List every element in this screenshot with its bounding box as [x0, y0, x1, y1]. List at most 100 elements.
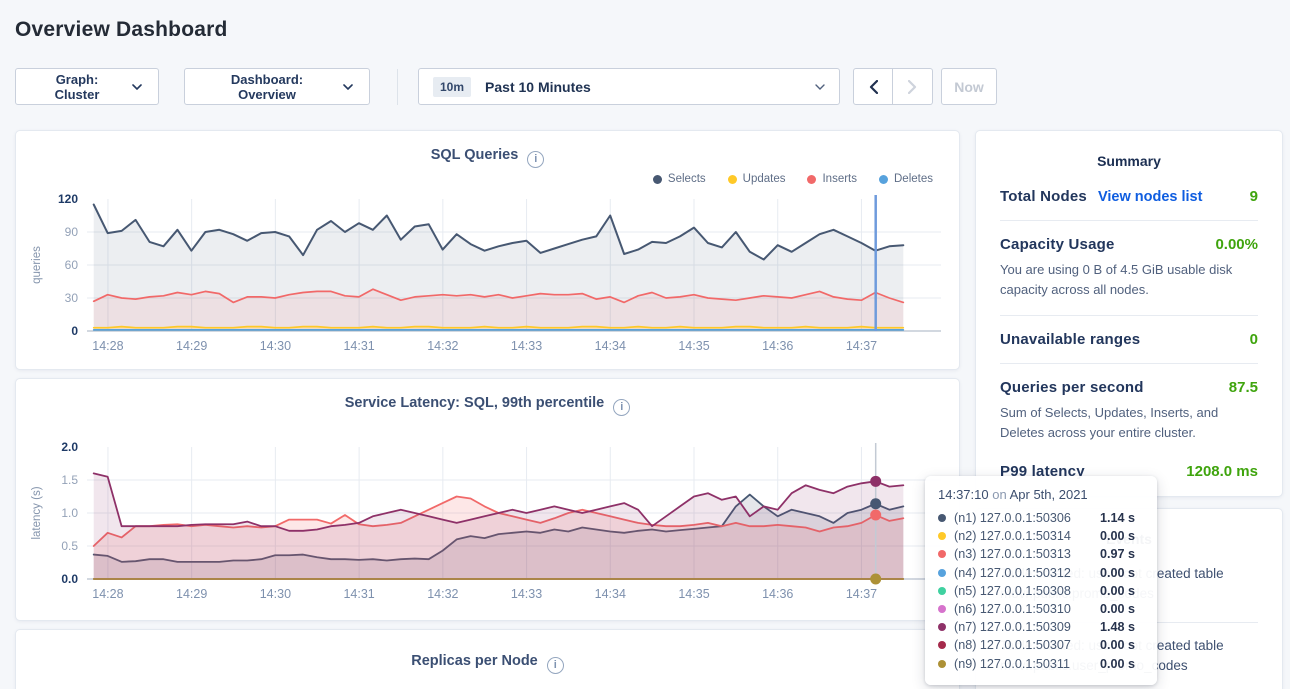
chevron-down-icon	[815, 84, 825, 90]
crosshair-dot	[870, 475, 881, 486]
legend-dot-icon	[728, 175, 737, 184]
crosshair-dot	[870, 509, 881, 520]
legend-label: Selects	[668, 173, 706, 185]
node-color-dot	[938, 550, 946, 558]
svg-text:14:35: 14:35	[678, 339, 709, 353]
summary-value: 0.00%	[1215, 236, 1258, 253]
svg-text:1.5: 1.5	[61, 473, 78, 487]
svg-text:14:37: 14:37	[846, 587, 877, 601]
graph-dropdown[interactable]: Graph: Cluster	[15, 68, 159, 105]
node-color-dot	[938, 587, 946, 595]
info-icon[interactable]: i	[613, 399, 630, 416]
svg-text:14:32: 14:32	[427, 339, 458, 353]
tooltip-node-label: (n8) 127.0.0.1:50307	[954, 638, 1100, 652]
legend-dot-icon	[807, 175, 816, 184]
toolbar-divider	[397, 69, 398, 105]
summary-value: 0	[1250, 331, 1258, 348]
legend-item-inserts[interactable]: Inserts	[807, 173, 857, 185]
svg-text:1.0: 1.0	[61, 506, 78, 520]
tooltip-node-value: 0.97 s	[1100, 547, 1135, 561]
dashboard-dropdown[interactable]: Dashboard: Overview	[184, 68, 370, 105]
summary-row: Queries per second87.5	[1000, 364, 1258, 396]
legend-item-updates[interactable]: Updates	[728, 173, 786, 185]
time-next-button[interactable]	[893, 68, 933, 105]
svg-text:30: 30	[65, 291, 79, 305]
svg-text:0: 0	[71, 324, 78, 338]
summary-description: You are using 0 B of 4.5 GiB usable disk…	[1000, 260, 1258, 300]
tooltip-row: (n4) 127.0.0.1:503120.00 s	[938, 564, 1144, 582]
tooltip-row: (n7) 127.0.0.1:503091.48 s	[938, 618, 1144, 636]
tooltip-row: (n5) 127.0.0.1:503080.00 s	[938, 582, 1144, 600]
svg-text:14:29: 14:29	[176, 339, 207, 353]
svg-text:90: 90	[65, 225, 79, 239]
page-title: Overview Dashboard	[15, 18, 1290, 42]
service-latency-plot[interactable]: 0.00.51.01.52.014:2814:2914:3014:3114:32…	[25, 439, 950, 607]
svg-text:14:34: 14:34	[595, 339, 626, 353]
summary-label: Unavailable ranges	[1000, 331, 1140, 348]
node-color-dot	[938, 605, 946, 613]
summary-value: 1208.0 ms	[1186, 463, 1258, 480]
chevron-right-icon	[908, 80, 917, 94]
svg-text:14:30: 14:30	[260, 339, 291, 353]
tooltip-node-value: 1.48 s	[1100, 620, 1135, 634]
view-nodes-list-link[interactable]: View nodes list	[1098, 189, 1203, 205]
tooltip-preposition: on	[992, 487, 1006, 502]
chart-header: SQL Queriesi	[16, 131, 959, 168]
svg-text:14:33: 14:33	[511, 339, 542, 353]
svg-text:14:28: 14:28	[92, 587, 123, 601]
dashboard-dropdown-label: Dashboard: Overview	[201, 72, 333, 102]
charts-column: SQL Queriesi Selects Updates Inserts Delete…	[15, 130, 960, 689]
graph-dropdown-label: Graph: Cluster	[32, 72, 122, 102]
tooltip-row: (n6) 127.0.0.1:503100.00 s	[938, 600, 1144, 618]
time-range-label: Past 10 Minutes	[485, 79, 591, 95]
summary-description: Sum of Selects, Updates, Inserts, and De…	[1000, 403, 1258, 443]
node-color-dot	[938, 623, 946, 631]
svg-text:14:29: 14:29	[176, 587, 207, 601]
legend-item-selects[interactable]: Selects	[653, 173, 706, 185]
svg-text:0.0: 0.0	[61, 572, 78, 586]
tooltip-rows: (n1) 127.0.0.1:503061.14 s(n2) 127.0.0.1…	[938, 509, 1144, 673]
chevron-left-icon	[869, 80, 878, 94]
overview-dashboard-page: Overview Dashboard Graph: Cluster Dashbo…	[0, 0, 1290, 689]
legend-dot-icon	[879, 175, 888, 184]
info-icon[interactable]: i	[527, 151, 544, 168]
summary-row: Capacity Usage 0.00%	[1000, 221, 1258, 253]
svg-text:14:28: 14:28	[92, 339, 123, 353]
info-icon[interactable]: i	[547, 657, 564, 674]
tooltip-node-label: (n4) 127.0.0.1:50312	[954, 566, 1100, 580]
svg-text:14:31: 14:31	[343, 587, 374, 601]
node-color-dot	[938, 569, 946, 577]
now-button[interactable]: Now	[941, 68, 997, 105]
legend-label: Inserts	[822, 173, 857, 185]
tooltip-node-label: (n7) 127.0.0.1:50309	[954, 620, 1100, 634]
tooltip-node-value: 0.00 s	[1100, 529, 1135, 543]
chart-title: Service Latency: SQL, 99th percentile	[345, 395, 605, 411]
sql-queries-plot[interactable]: 030609012014:2814:2914:3014:3114:3214:33…	[25, 191, 950, 359]
summary-value: 9	[1250, 188, 1258, 205]
time-range-selector[interactable]: 10m Past 10 Minutes	[418, 68, 840, 105]
chevron-down-icon	[132, 84, 142, 90]
summary-label: Capacity Usage	[1000, 236, 1115, 253]
tooltip-row: (n3) 127.0.0.1:503130.97 s	[938, 545, 1144, 563]
tooltip-row: (n9) 127.0.0.1:503110.00 s	[938, 655, 1144, 673]
legend-label: Updates	[743, 173, 786, 185]
time-prev-button[interactable]	[853, 68, 893, 105]
tooltip-node-label: (n9) 127.0.0.1:50311	[954, 657, 1100, 671]
svg-text:14:37: 14:37	[846, 339, 877, 353]
summary-row: Unavailable ranges 0	[1000, 316, 1258, 348]
legend-dot-icon	[653, 175, 662, 184]
legend-item-deletes[interactable]: Deletes	[879, 173, 933, 185]
chart-card-service-latency: Service Latency: SQL, 99th percentile i 0…	[15, 378, 960, 621]
tooltip-row: (n2) 127.0.0.1:503140.00 s	[938, 527, 1144, 545]
tooltip-node-label: (n5) 127.0.0.1:50308	[954, 584, 1100, 598]
tooltip-node-value: 0.00 s	[1100, 584, 1135, 598]
svg-text:14:30: 14:30	[260, 587, 291, 601]
node-color-dot	[938, 532, 946, 540]
svg-text:14:33: 14:33	[511, 587, 542, 601]
svg-text:14:36: 14:36	[762, 339, 793, 353]
summary-panel: Summary Total NodesView nodes list9Capac…	[975, 130, 1283, 497]
summary-label: Queries per second	[1000, 379, 1144, 396]
tooltip-node-value: 0.00 s	[1100, 602, 1135, 616]
crosshair-dot	[870, 573, 881, 584]
chart-legend	[16, 674, 959, 689]
